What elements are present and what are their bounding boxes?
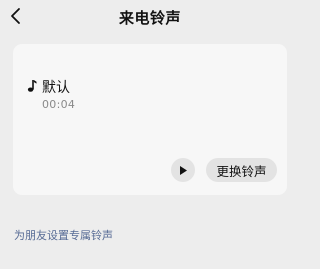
ringtone-card: 默认 00:04 更换铃声 (13, 44, 287, 195)
set-friend-ringtone-link[interactable]: 为朋友设置专属铃声 (14, 227, 113, 243)
page-title: 来电铃声 (118, 9, 181, 27)
music-note-icon (27, 80, 37, 92)
play-icon (180, 165, 187, 175)
top-bar: 来电铃声 (0, 0, 300, 34)
play-button[interactable] (171, 158, 195, 182)
ringtone-duration: 00:04 (42, 98, 76, 111)
change-ringtone-button[interactable]: 更换铃声 (206, 158, 277, 182)
ringtone-name: 默认 (42, 80, 70, 96)
